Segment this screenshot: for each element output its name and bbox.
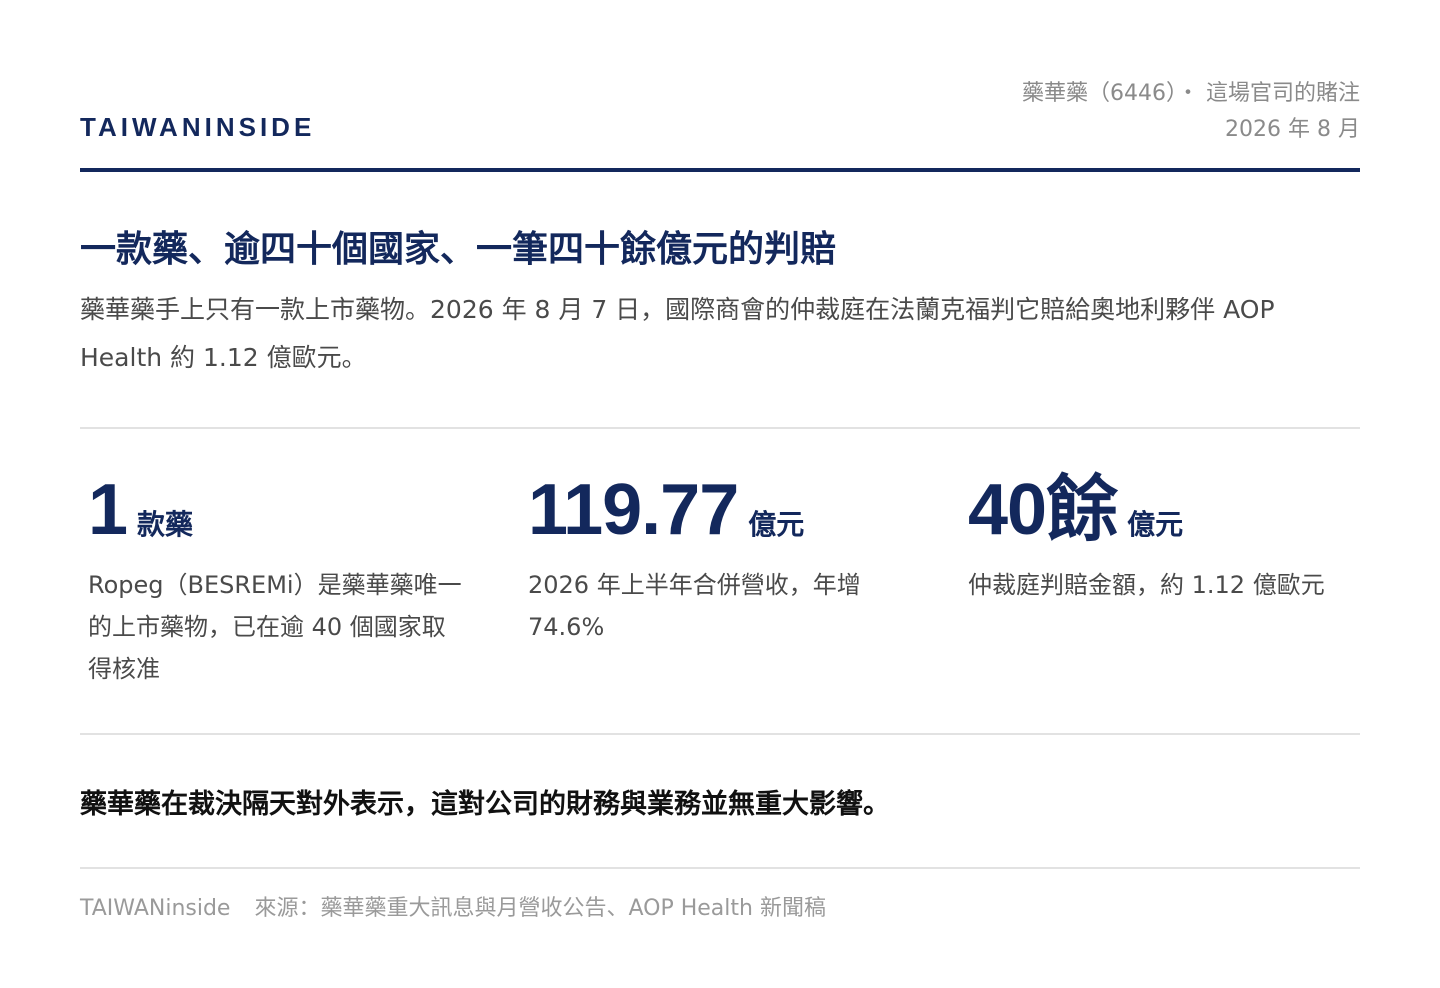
footer-brand: TAIWANinside xyxy=(80,896,231,921)
section-divider xyxy=(80,733,1360,735)
stat-description: 2026 年上半年合併營收，年增 74.6% xyxy=(528,571,861,641)
stat-unit: 億元 xyxy=(748,508,805,541)
header-meta: 藥華藥（6446）・ 這場官司的賭注 2026 年 8 月 xyxy=(1022,76,1360,148)
stat-revenue: 119.77 億元 2026 年上半年合併營收，年增 74.6% xyxy=(528,470,928,648)
header-meta-date: 2026 年 8 月 xyxy=(1225,117,1360,142)
stat-value: 40餘 xyxy=(968,470,1118,550)
stat-description: Ropeg（BESREMi）是藥華藥唯一的上市藥物，已在逾 40 個國家取得核准 xyxy=(88,571,462,683)
brand-logo: TAIWANINSIDE xyxy=(80,112,316,142)
stat-award: 40餘 億元 仲裁庭判賠金額，約 1.12 億歐元 xyxy=(968,470,1368,606)
footer: TAIWANinside 來源：藥華藥重大訊息與月營收公告、AOP Health … xyxy=(80,890,826,922)
stat-value: 1 xyxy=(88,470,128,550)
stat-unit: 億元 xyxy=(1127,508,1184,541)
article-card: TAIWANINSIDE 藥華藥（6446）・ 這場官司的賭注 2026 年 8… xyxy=(80,0,1360,988)
header-divider xyxy=(80,168,1360,172)
section-divider xyxy=(80,427,1360,429)
header-meta-topic: 藥華藥（6446）・ 這場官司的賭注 xyxy=(1022,81,1360,106)
stat-unit: 款藥 xyxy=(137,508,194,541)
lead-paragraph: 藥華藥手上只有一款上市藥物。2026 年 8 月 7 日，國際商會的仲裁庭在法蘭… xyxy=(80,295,1275,372)
conclusion-statement: 藥華藥在裁決隔天對外表示，這對公司的財務與業務並無重大影響。 xyxy=(80,789,890,820)
stat-figure: 119.77 億元 xyxy=(528,470,928,550)
stat-figure: 40餘 億元 xyxy=(968,470,1368,550)
footer-divider xyxy=(80,867,1360,869)
footer-source: 來源：藥華藥重大訊息與月營收公告、AOP Health 新聞稿 xyxy=(254,896,826,921)
stat-value: 119.77 xyxy=(528,470,739,550)
headline: 一款藥、逾四十個國家、一筆四十餘億元的判賠 xyxy=(80,229,837,270)
stat-figure: 1 款藥 xyxy=(88,470,488,550)
stat-drug-count: 1 款藥 Ropeg（BESREMi）是藥華藥唯一的上市藥物，已在逾 40 個國家… xyxy=(88,470,488,690)
stat-description: 仲裁庭判賠金額，約 1.12 億歐元 xyxy=(968,571,1325,599)
header: TAIWANINSIDE 藥華藥（6446）・ 這場官司的賭注 2026 年 8… xyxy=(80,0,1360,172)
